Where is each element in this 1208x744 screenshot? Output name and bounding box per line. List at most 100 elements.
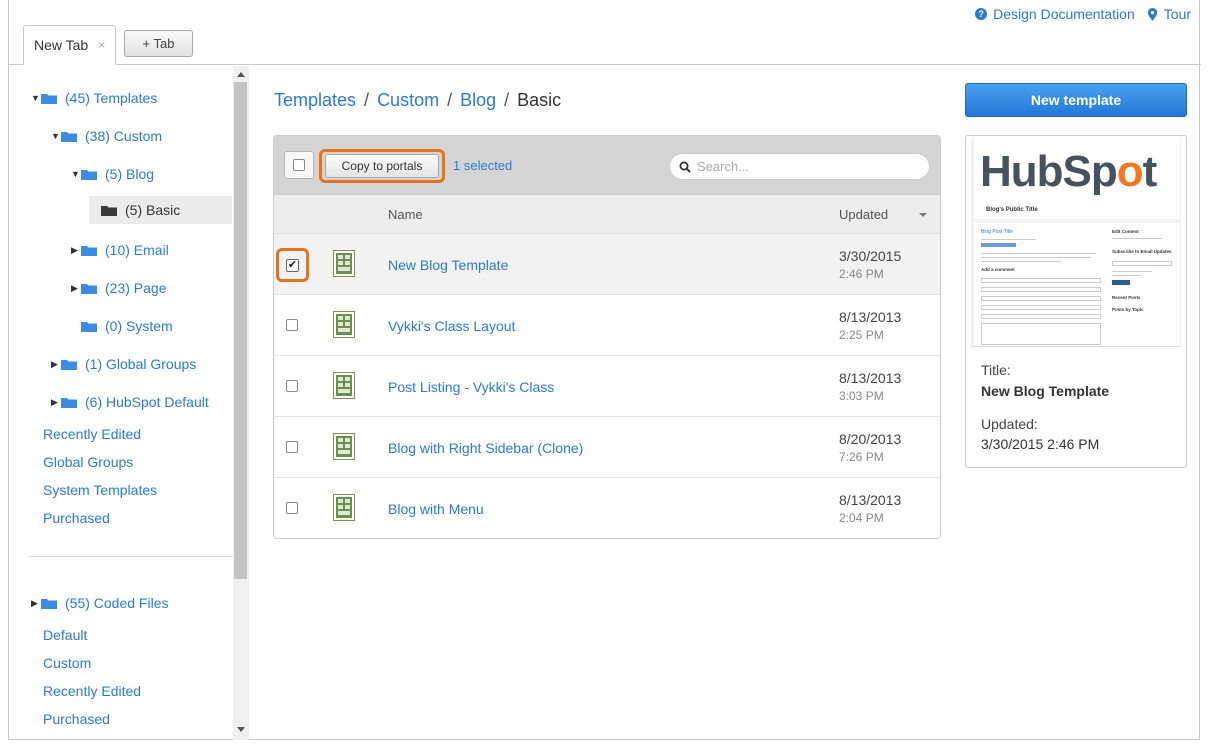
tree-item-coded-files[interactable]: ▶ (55) Coded Files [31,589,169,617]
top-links: ? Design Documentation Tour [975,6,1191,22]
thumbnail-field [981,305,1101,310]
table-row[interactable]: Blog with Menu 8/13/2013 2:04 PM [274,478,940,538]
breadcrumb-separator: / [364,90,370,110]
breadcrumb: Templates / Custom / Blog / Basic [274,90,561,111]
recently-edited-link[interactable]: Recently Edited [43,426,141,442]
sidebar: ▼ (45) Templates ▼ (38) Custom ▼ (5) Blo… [9,66,233,740]
folder-icon [81,244,97,256]
scroll-down-arrow-icon[interactable] [237,727,245,732]
map-pin-icon [1147,7,1157,21]
column-name[interactable]: Name [388,207,423,222]
tree-item-hubspot-default[interactable]: ▶ (6) HubSpot Default [51,388,209,416]
coded-purchased-link[interactable]: Purchased [43,711,110,727]
updated-date: 3/30/2015 [839,248,902,264]
purchased-link[interactable]: Purchased [43,510,110,526]
thumbnail-field [981,278,1101,283]
global-groups-link[interactable]: Global Groups [43,454,133,470]
scroll-up-arrow-icon[interactable] [237,72,245,77]
thumbnail-line [981,253,1096,254]
tab-new-tab[interactable]: New Tab × [23,25,116,65]
tour-link[interactable]: Tour [1147,6,1191,22]
search-box[interactable] [669,153,930,180]
updated-date: 8/13/2013 [839,309,902,325]
preview-updated-label: Updated: [981,416,1038,432]
updated-date: 8/13/2013 [839,492,902,508]
preview-updated-value: 3/30/2015 2:46 PM [981,436,1100,452]
caret-right-icon[interactable]: ▶ [71,245,81,256]
caret-down-icon[interactable]: ▼ [31,93,41,103]
thumbnail-body: Blog Post Title Add a comment Edit Conte… [974,223,1180,346]
help-icon: ? [975,8,988,20]
template-name-link[interactable]: Blog with Menu [388,501,484,517]
tree-item-label: (1) Global Groups [85,356,197,372]
coded-custom-link[interactable]: Custom [43,655,91,671]
table-row[interactable]: ✔ New Blog Template 3/30/2015 2:46 PM [274,234,940,295]
tree-item-label: (45) Templates [65,90,158,106]
tree-item-templates[interactable]: ▼ (45) Templates [31,84,157,112]
tree-item-label: (10) Email [105,242,169,258]
checkbox-box [293,159,305,171]
caret-right-icon[interactable]: ▶ [71,283,81,294]
template-name-link[interactable]: Post Listing - Vykki's Class [388,379,554,395]
tree-item-label: (5) Blog [105,166,155,182]
copy-to-portals-button[interactable]: Copy to portals [325,154,439,178]
template-thumbnail[interactable]: HubSpot Blog's Public Title Blog Post Ti… [971,137,1181,347]
tree-item-blog[interactable]: ▼ (5) Blog [71,160,154,188]
new-template-button[interactable]: New template [965,83,1187,117]
tree-item-label: (38) Custom [85,128,163,144]
caret-down-icon[interactable]: ▼ [71,169,81,179]
tree-item-basic[interactable]: (5) Basic [89,196,232,224]
caret-right-icon[interactable]: ▶ [51,359,61,370]
table-row[interactable]: Post Listing - Vykki's Class 8/13/2013 3… [274,356,940,417]
thumbnail-field [1112,261,1172,266]
coded-recently-edited-link[interactable]: Recently Edited [43,683,141,699]
row-checkbox-highlight: ✔ [276,248,309,282]
template-name-link[interactable]: New Blog Template [388,257,508,273]
tree-item-global-groups[interactable]: ▶ (1) Global Groups [51,350,196,378]
thumbnail-subscribe: Subscribe to Email Updates [1112,249,1172,254]
row-checkbox[interactable] [286,502,298,514]
tree-item-email[interactable]: ▶ (10) Email [71,236,169,264]
row-checkbox[interactable] [286,441,298,453]
template-preview-panel: HubSpot Blog's Public Title Blog Post Ti… [965,135,1187,468]
coded-default-link[interactable]: Default [43,627,87,643]
design-documentation-link[interactable]: ? Design Documentation [975,6,1135,22]
breadcrumb-blog[interactable]: Blog [460,90,496,111]
template-icon [333,250,355,277]
select-all-checkbox[interactable] [284,151,314,179]
row-checkbox[interactable] [286,319,298,331]
breadcrumb-separator: / [447,90,453,110]
tree-item-custom[interactable]: ▼ (38) Custom [51,122,162,150]
tree-item-label: (5) Basic [125,202,181,218]
search-input[interactable] [697,159,917,174]
selected-count[interactable]: 1 selected [453,158,512,173]
scrollbar-thumb[interactable] [234,82,247,579]
caret-down-icon[interactable]: ▼ [51,131,61,141]
thumbnail-blog-title: Blog's Public Title [986,207,1038,213]
folder-icon [41,597,57,609]
close-tab-icon[interactable]: × [98,38,105,52]
thumbnail-line [1112,271,1152,272]
add-tab-button[interactable]: + Tab [124,30,193,57]
template-name-link[interactable]: Blog with Right Sidebar (Clone) [388,440,583,456]
row-checkbox[interactable] [286,380,298,392]
table-row[interactable]: Vykki's Class Layout 8/13/2013 2:25 PM [274,295,940,356]
system-templates-link[interactable]: System Templates [43,482,157,498]
tree-item-label: (0) System [105,318,173,334]
table-row[interactable]: Blog with Right Sidebar (Clone) 8/20/201… [274,417,940,478]
sort-desc-icon[interactable] [919,213,927,217]
tree-item-system[interactable]: (0) System [81,312,173,340]
tree-item-page[interactable]: ▶ (23) Page [71,274,166,302]
caret-right-icon[interactable]: ▶ [31,598,41,609]
template-icon [333,372,355,399]
row-checkbox-checked[interactable]: ✔ [286,258,299,272]
folder-icon [101,204,117,216]
breadcrumb-custom[interactable]: Custom [377,90,439,111]
caret-right-icon[interactable]: ▶ [51,397,61,408]
sidebar-scrollbar[interactable] [233,66,249,740]
template-name-link[interactable]: Vykki's Class Layout [388,318,515,334]
updated-time: 2:04 PM [839,511,884,525]
tree-item-label: (6) HubSpot Default [85,394,209,410]
column-updated[interactable]: Updated [839,207,888,222]
breadcrumb-templates[interactable]: Templates [274,90,356,111]
